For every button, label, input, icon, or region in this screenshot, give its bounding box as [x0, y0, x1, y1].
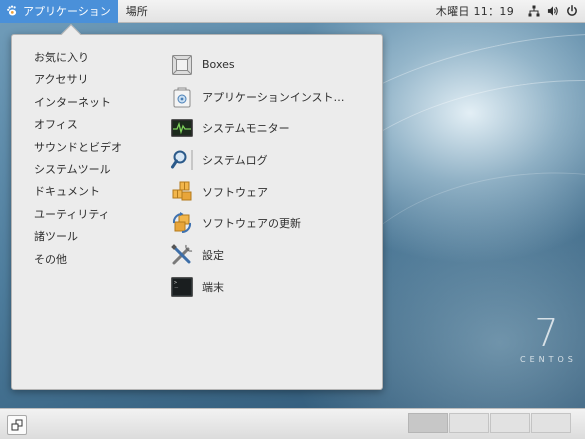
software-icon: [170, 180, 194, 204]
app-label: システムモニター: [202, 122, 290, 136]
software-update-icon: [170, 211, 194, 235]
workspace-switcher: [408, 413, 571, 433]
boxes-icon: [170, 53, 194, 77]
centos-logo-text: CENTOS: [520, 355, 577, 364]
category-list: お気に入り アクセサリ インターネット オフィス サウンドとビデオ システムツー…: [34, 47, 122, 271]
workspace-4[interactable]: [531, 413, 571, 433]
applications-menu-button[interactable]: アプリケーション: [0, 0, 118, 23]
app-item-settings[interactable]: 設定: [170, 239, 370, 271]
settings-icon: [170, 243, 194, 267]
show-desktop-icon: [11, 419, 23, 431]
category-sound-video[interactable]: サウンドとビデオ: [34, 137, 122, 159]
app-installer-icon: [170, 85, 194, 109]
category-accessories[interactable]: アクセサリ: [34, 69, 122, 91]
application-list: Boxes アプリケーションインスト… システムモニター システムログ ソフトウ…: [170, 49, 370, 303]
system-monitor-icon: [170, 116, 194, 140]
applications-menu-popup: お気に入り アクセサリ インターネット オフィス サウンドとビデオ システムツー…: [11, 24, 383, 390]
category-internet[interactable]: インターネット: [34, 92, 122, 114]
app-label: アプリケーションインスト…: [202, 90, 345, 104]
network-icon[interactable]: [528, 5, 540, 17]
category-documents[interactable]: ドキュメント: [34, 181, 122, 203]
app-item-system-log[interactable]: システムログ: [170, 144, 370, 176]
category-office[interactable]: オフィス: [34, 114, 122, 136]
power-icon[interactable]: [566, 5, 578, 17]
app-label: ソフトウェアの更新: [202, 217, 301, 231]
terminal-icon: _ >: [170, 275, 194, 299]
clock[interactable]: 木曜日 11：19: [436, 3, 514, 19]
centos-logo-number: 7: [534, 311, 558, 355]
app-item-app-installer[interactable]: アプリケーションインスト…: [170, 81, 370, 113]
app-item-system-monitor[interactable]: システムモニター: [170, 112, 370, 144]
bottom-bar: [0, 408, 585, 439]
volume-icon[interactable]: [547, 5, 559, 17]
centos-logo: 7 CENTOS: [516, 313, 576, 364]
app-label: ソフトウェア: [202, 185, 268, 199]
applications-menu-label: アプリケーション: [23, 5, 111, 18]
category-utilities[interactable]: ユーティリティ: [34, 204, 122, 226]
app-item-boxes[interactable]: Boxes: [170, 49, 370, 81]
category-sundry[interactable]: 諸ツール: [34, 226, 122, 248]
places-menu-button[interactable]: 場所: [118, 0, 156, 23]
app-item-software[interactable]: ソフトウェア: [170, 176, 370, 208]
svg-text:>: >: [174, 280, 177, 286]
category-other[interactable]: その他: [34, 249, 122, 271]
category-system-tools[interactable]: システムツール: [34, 159, 122, 181]
show-desktop-button[interactable]: [7, 415, 27, 435]
workspace-3[interactable]: [490, 413, 530, 433]
app-label: 設定: [202, 248, 224, 262]
top-bar: アプリケーション 場所 木曜日 11：19: [0, 0, 585, 23]
system-tray[interactable]: [528, 5, 578, 17]
workspace-1[interactable]: [408, 413, 448, 433]
gnome-foot-icon: [6, 5, 18, 17]
app-item-terminal[interactable]: _ > 端末: [170, 271, 370, 303]
category-favorites[interactable]: お気に入り: [34, 47, 122, 69]
system-log-icon: [170, 148, 194, 172]
app-label: システムログ: [202, 153, 268, 167]
workspace-2[interactable]: [449, 413, 489, 433]
app-label: Boxes: [202, 58, 235, 72]
app-label: 端末: [202, 280, 224, 294]
app-item-software-update[interactable]: ソフトウェアの更新: [170, 207, 370, 239]
